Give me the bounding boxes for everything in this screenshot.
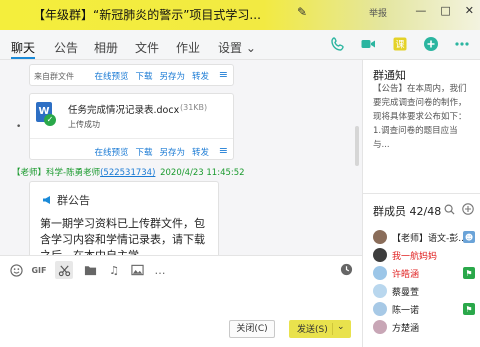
send-label: 发送(S) bbox=[297, 325, 328, 335]
sender-qq[interactable]: (522531734) bbox=[100, 168, 155, 178]
file-source: 来自群文件 bbox=[34, 72, 74, 81]
more-tools-icon[interactable]: … bbox=[152, 262, 168, 278]
member-name: 陈一诺 bbox=[392, 305, 420, 316]
upload-status: 上传成功 bbox=[68, 120, 100, 129]
notice-card-body: 第一期学习资料已上传群文件，包含学习内容和学情记录表，请下载之后，在本中自主学 bbox=[40, 217, 205, 255]
forward-link[interactable]: 转发 bbox=[192, 70, 209, 82]
tab-announcements[interactable]: 公告 bbox=[54, 39, 78, 56]
member-name: 许皓涵 bbox=[392, 269, 420, 280]
image-icon[interactable] bbox=[129, 262, 145, 278]
member-item[interactable]: 陈一诺 ⚑ bbox=[373, 301, 480, 317]
flag-icon: ⚑ bbox=[463, 303, 475, 315]
member-item[interactable]: 我一航妈妈 bbox=[373, 247, 480, 263]
member-name: 方楚涵 bbox=[392, 323, 420, 334]
menu-icon[interactable]: ≡ bbox=[219, 68, 228, 81]
person-icon: ☻ bbox=[463, 231, 475, 243]
group-notice-card[interactable]: 群公告 第一期学习资料已上传群文件，包含学习内容和学情记录表，请下载之后，在本中… bbox=[29, 181, 219, 255]
member-name: 我一航妈妈 bbox=[392, 251, 438, 262]
close-window-icon[interactable]: ✕ bbox=[465, 4, 474, 17]
class-icon[interactable]: 课 bbox=[392, 36, 408, 52]
group-notice-title[interactable]: 群通知 bbox=[373, 67, 406, 83]
screenshot-icon[interactable] bbox=[55, 261, 73, 279]
tab-files[interactable]: 文件 bbox=[135, 39, 159, 56]
save-as-link[interactable]: 另存为 bbox=[159, 70, 185, 82]
tab-settings[interactable]: 设置 ⌄ bbox=[218, 39, 256, 56]
add-icon[interactable] bbox=[423, 36, 439, 52]
check-icon: ✓ bbox=[44, 114, 56, 126]
chat-scrollbar[interactable] bbox=[355, 126, 359, 166]
avatar bbox=[373, 248, 387, 262]
member-item[interactable]: 方楚涵 bbox=[373, 319, 480, 335]
avatar bbox=[373, 320, 387, 334]
avatar bbox=[373, 230, 387, 244]
preview-link[interactable]: 在线预览 bbox=[94, 146, 128, 158]
clock-icon[interactable] bbox=[338, 261, 354, 277]
video-icon[interactable] bbox=[360, 36, 376, 52]
sidebar-divider bbox=[363, 193, 480, 194]
notice-card-title: 群公告 bbox=[57, 194, 90, 207]
gif-icon[interactable]: GIF bbox=[31, 262, 47, 278]
message-sender-line: 【老师】科学-陈勇老师(522531734) 2020/4/23 11:45:5… bbox=[12, 166, 245, 178]
report-link[interactable]: 举报 bbox=[369, 6, 387, 19]
members-count: 群成员 42/48 bbox=[373, 205, 442, 218]
avatar bbox=[373, 302, 387, 316]
chevron-down-icon[interactable]: ⌄ bbox=[337, 322, 345, 332]
flag-icon: ⚑ bbox=[463, 267, 475, 279]
member-item[interactable]: 许皓涵 ⚑ bbox=[373, 265, 480, 281]
close-button[interactable]: 关闭(C) bbox=[229, 320, 275, 338]
menu-icon[interactable]: ≡ bbox=[219, 144, 228, 157]
chat-history[interactable]: 来自群文件 在线预览 下载 另存为 转发 ≡ • W ✓ 任务完成情况记录表.d… bbox=[0, 60, 362, 255]
title-bar: 【年级群】“新冠肺炎的警示”项目式学习... ✎ 举报 — □ ✕ bbox=[0, 0, 480, 30]
svg-text:课: 课 bbox=[395, 40, 404, 51]
group-notice-text[interactable]: 【公告】在本周内，我们要完成调查问卷的制作，现将具体要求公布如下：1.调查问卷的… bbox=[373, 82, 473, 152]
megaphone-icon bbox=[43, 196, 50, 204]
send-button[interactable]: 发送(S) ⌄ bbox=[289, 320, 351, 338]
preview-link[interactable]: 在线预览 bbox=[94, 70, 128, 82]
music-icon[interactable]: ♫ bbox=[106, 262, 122, 278]
save-as-link[interactable]: 另存为 bbox=[159, 146, 185, 158]
file-card: 来自群文件 在线预览 下载 另存为 转发 ≡ bbox=[29, 64, 234, 86]
window-controls: — □ ✕ bbox=[415, 4, 474, 17]
window-title: 【年级群】“新冠肺炎的警示”项目式学习... bbox=[33, 8, 261, 22]
add-member-icon[interactable] bbox=[461, 202, 475, 216]
download-link[interactable]: 下载 bbox=[135, 146, 152, 158]
tab-chat[interactable]: 聊天 bbox=[11, 39, 35, 56]
search-icon[interactable] bbox=[442, 202, 456, 216]
message-time: 2020/4/23 11:45:52 bbox=[160, 168, 245, 178]
send-divider bbox=[332, 323, 333, 335]
tab-homework[interactable]: 作业 bbox=[176, 39, 200, 56]
emoji-icon[interactable] bbox=[8, 262, 24, 278]
group-sidebar: 群通知 【公告】在本周内，我们要完成调查问卷的制作，现将具体要求公布如下：1.调… bbox=[362, 60, 480, 347]
qq-group-chat-window: 【年级群】“新冠肺炎的警示”项目式学习... ✎ 举报 — □ ✕ 聊天 公告 … bbox=[0, 0, 480, 347]
tab-bar: 聊天 公告 相册 文件 作业 设置 ⌄ bbox=[0, 30, 480, 60]
download-link[interactable]: 下载 bbox=[135, 70, 152, 82]
more-icon[interactable] bbox=[454, 36, 470, 52]
sender-role: 【老师】 bbox=[12, 168, 47, 178]
avatar bbox=[373, 266, 387, 280]
file-name: 任务完成情况记录表.docx bbox=[68, 105, 180, 116]
active-tab-indicator bbox=[11, 57, 35, 59]
folder-icon[interactable] bbox=[82, 262, 98, 278]
bullet-dot: • bbox=[16, 122, 22, 132]
phone-icon[interactable] bbox=[330, 36, 346, 52]
card-divider bbox=[30, 138, 233, 139]
compose-toolbar: GIF ♫ … bbox=[0, 255, 362, 283]
member-name: 蔡曼萱 bbox=[392, 287, 420, 298]
member-item[interactable]: 蔡曼萱 bbox=[373, 283, 480, 299]
sender-name[interactable]: 科学-陈勇老师 bbox=[46, 168, 100, 178]
file-size: (31KB) bbox=[180, 103, 208, 112]
tab-album[interactable]: 相册 bbox=[94, 39, 118, 56]
edit-name-icon[interactable]: ✎ bbox=[297, 5, 307, 19]
avatar bbox=[373, 284, 387, 298]
minimize-icon[interactable]: — bbox=[415, 4, 426, 17]
forward-link[interactable]: 转发 bbox=[192, 146, 209, 158]
maximize-icon[interactable]: □ bbox=[440, 4, 450, 17]
member-name: 【老师】语文-彭... bbox=[392, 233, 467, 244]
file-card-docx[interactable]: W ✓ 任务完成情况记录表.docx (31KB) 上传成功 在线预览 下载 另… bbox=[29, 93, 234, 160]
member-item[interactable]: 【老师】语文-彭... ☻ bbox=[373, 229, 480, 245]
